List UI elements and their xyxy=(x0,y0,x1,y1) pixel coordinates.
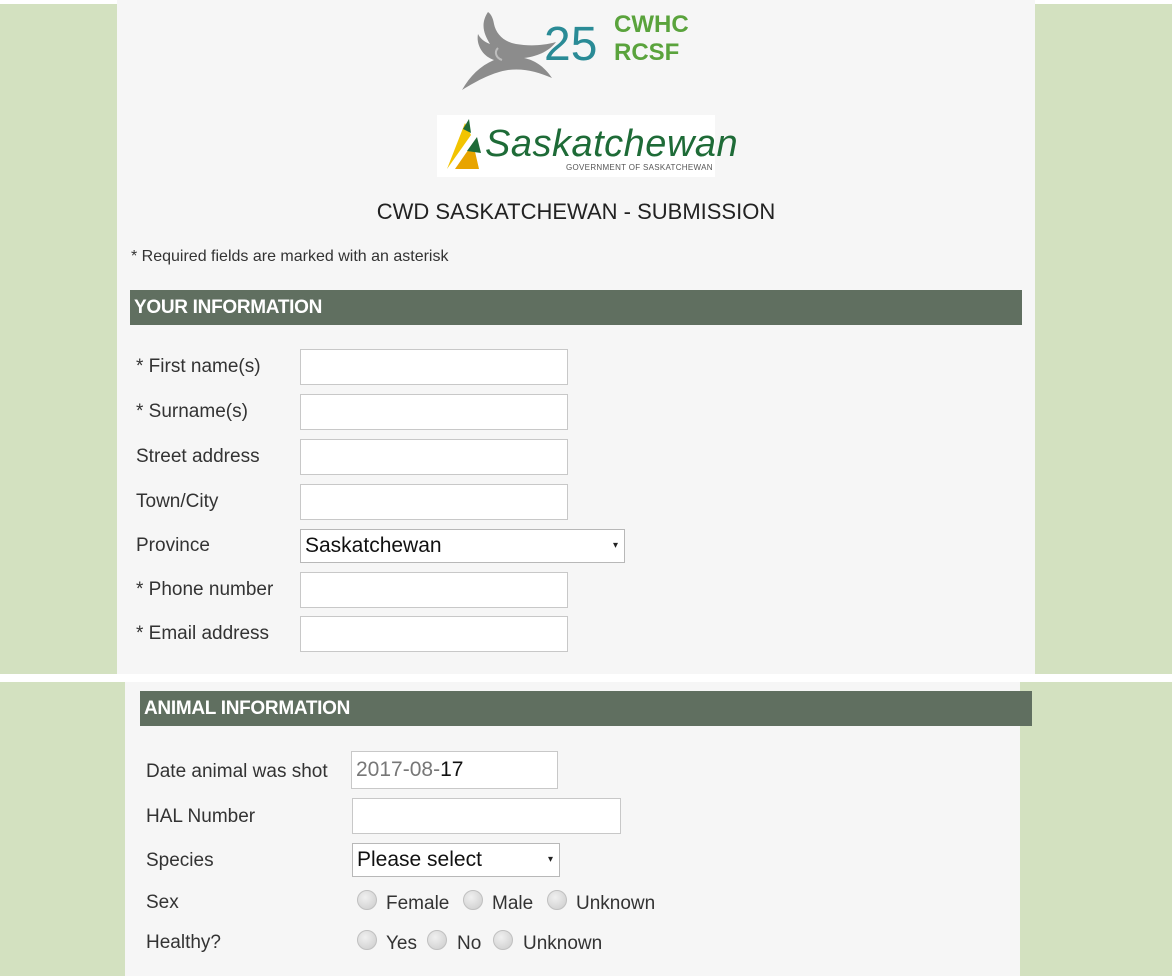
bird-logo-icon: 25 CWHC RCSF xyxy=(462,11,689,90)
date-shot-label: Date animal was shot xyxy=(146,761,328,782)
animal-information-heading: ANIMAL INFORMATION xyxy=(140,691,1032,726)
sex-male-label: Male xyxy=(492,893,534,914)
healthy-unknown-label: Unknown xyxy=(523,933,603,954)
healthy-no-radio[interactable] xyxy=(427,930,447,950)
saskatchewan-wordmark: Saskatchewan xyxy=(485,123,739,165)
form-panel-top xyxy=(117,0,1035,674)
healthy-no-label: No xyxy=(457,933,482,954)
town-city-label: Town/City xyxy=(136,491,219,512)
saskatchewan-subtext: GOVERNMENT OF SASKATCHEWAN xyxy=(566,163,713,172)
hal-number-label: HAL Number xyxy=(146,806,256,827)
street-address-input[interactable] xyxy=(300,439,568,475)
your-information-heading: YOUR INFORMATION xyxy=(130,290,1022,325)
species-label: Species xyxy=(146,850,214,871)
sex-male-radio[interactable] xyxy=(463,890,483,910)
province-select-value: Saskatchewan xyxy=(305,534,442,557)
healthy-unknown-radio[interactable] xyxy=(493,930,513,950)
wheat-logo-icon xyxy=(447,119,481,169)
species-select-value: Please select xyxy=(357,848,482,871)
first-name-label: * First name(s) xyxy=(136,356,261,377)
phone-number-label: * Phone number xyxy=(136,579,274,600)
hal-number-input[interactable] xyxy=(352,798,621,834)
date-year: 2017 xyxy=(356,758,403,781)
email-address-input[interactable] xyxy=(300,616,568,652)
species-select[interactable]: Please select ▾ xyxy=(352,843,560,877)
town-city-input[interactable] xyxy=(300,484,568,520)
caret-down-icon: ▾ xyxy=(547,854,553,865)
phone-number-input[interactable] xyxy=(300,572,568,608)
sex-female-radio[interactable] xyxy=(357,890,377,910)
first-name-input[interactable] xyxy=(300,349,568,385)
required-fields-note: * Required fields are marked with an ast… xyxy=(131,248,449,265)
date-day: 17 xyxy=(440,758,464,781)
cwhc-logo: 25 CWHC RCSF xyxy=(458,4,698,94)
healthy-yes-radio[interactable] xyxy=(357,930,377,950)
sex-unknown-label: Unknown xyxy=(576,893,656,914)
surname-label: * Surname(s) xyxy=(136,401,248,422)
street-address-label: Street address xyxy=(136,446,260,467)
date-month: 08 xyxy=(409,758,434,781)
surname-input[interactable] xyxy=(300,394,568,430)
sex-label: Sex xyxy=(146,892,179,913)
cwhc-number: 25 xyxy=(544,18,597,71)
saskatchewan-logo: Saskatchewan GOVERNMENT OF SASKATCHEWAN xyxy=(437,115,738,177)
sex-female-label: Female xyxy=(386,893,450,914)
cwhc-line2: RCSF xyxy=(614,39,679,66)
cwhc-line1: CWHC xyxy=(614,11,689,38)
section-divider xyxy=(0,674,1172,682)
email-address-label: * Email address xyxy=(136,623,270,644)
sex-unknown-radio[interactable] xyxy=(547,890,567,910)
date-separator: - xyxy=(402,758,410,781)
healthy-yes-label: Yes xyxy=(386,933,417,954)
page-title: CWD SASKATCHEWAN - SUBMISSION xyxy=(376,199,776,224)
healthy-label: Healthy? xyxy=(146,932,221,953)
province-select[interactable]: Saskatchewan ▾ xyxy=(300,529,625,563)
caret-down-icon: ▾ xyxy=(612,540,618,551)
province-label: Province xyxy=(136,535,210,556)
date-shot-input[interactable]: 2017-08-17 xyxy=(351,751,558,789)
